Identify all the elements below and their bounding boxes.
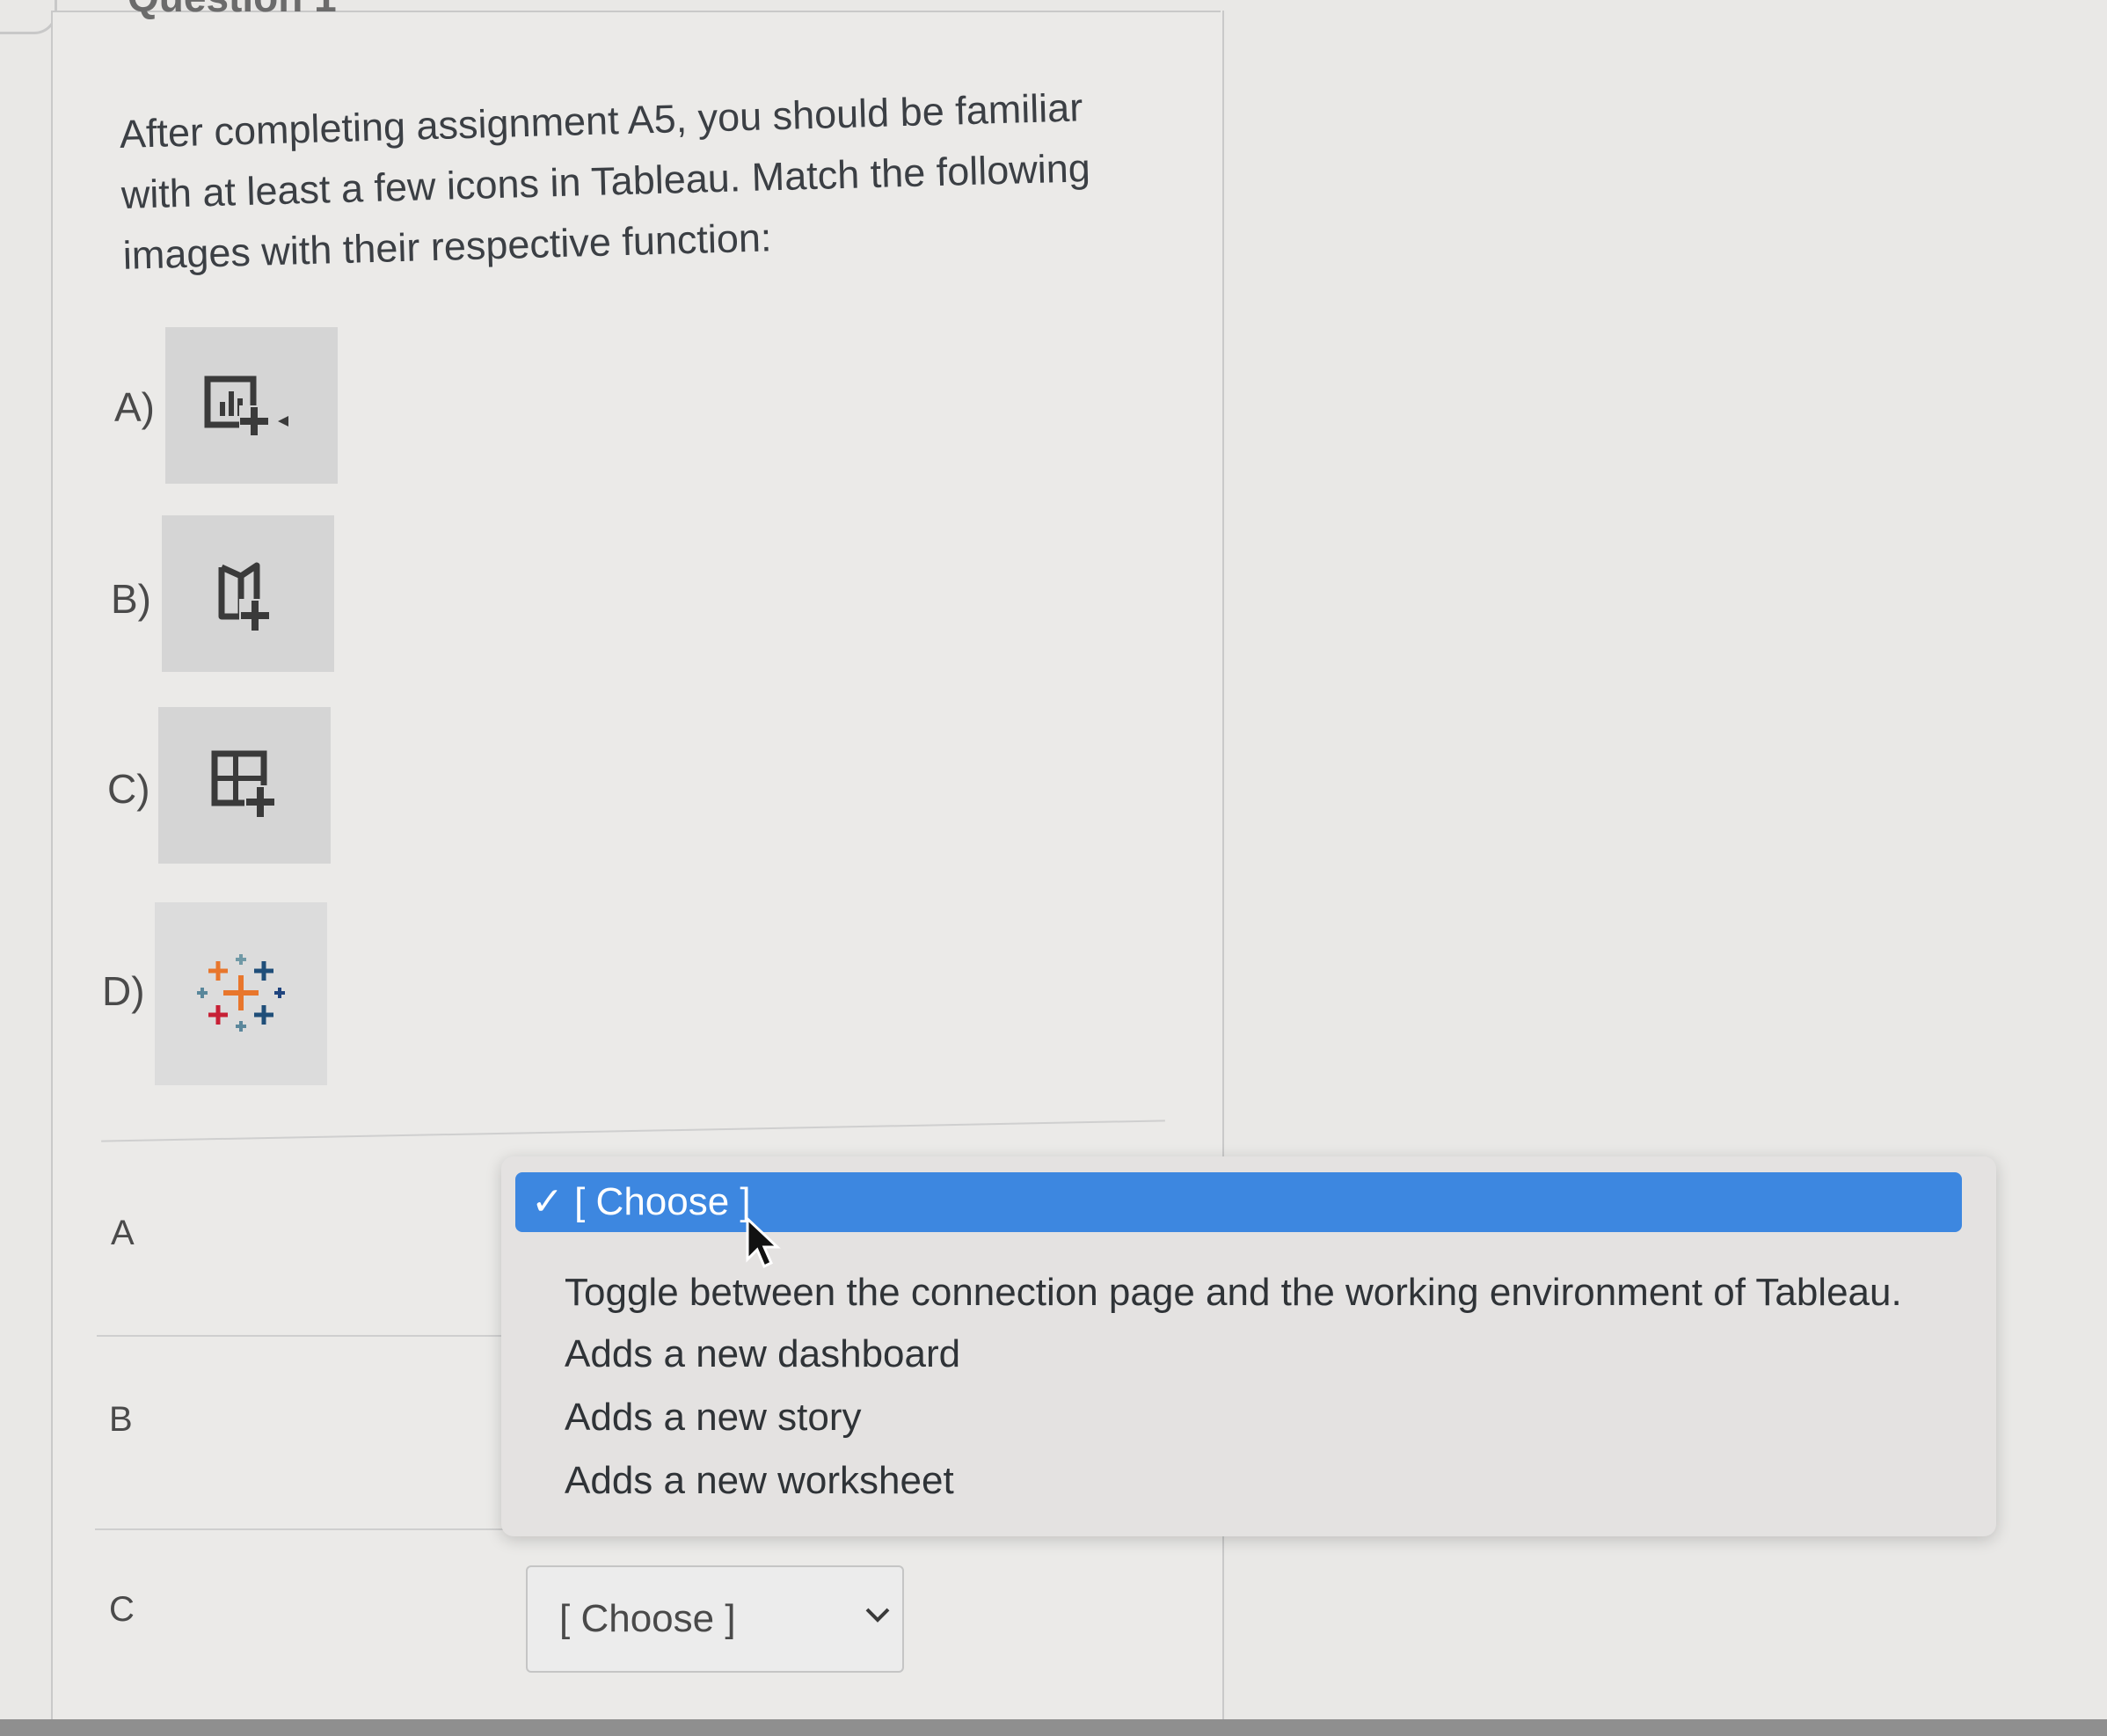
question-title: Question 1 (128, 0, 337, 21)
new-worksheet-icon (204, 376, 288, 435)
new-dashboard-icon (211, 750, 276, 817)
icon-tile-b (162, 515, 334, 672)
divider (97, 1335, 510, 1337)
match-label-a: A (111, 1214, 135, 1252)
mouse-cursor-icon (746, 1217, 781, 1269)
match-select-c[interactable]: [ Choose ] (526, 1565, 904, 1673)
dropdown-option-choose[interactable]: ✓ [ Choose ] (515, 1172, 1962, 1232)
icon-label-c: C) (107, 766, 150, 812)
icon-label-a: A) (114, 384, 155, 430)
tableau-logo-icon (197, 954, 285, 1032)
chevron-down-icon (865, 1608, 890, 1623)
icon-tile-a (165, 327, 338, 484)
dropdown-option-dashboard[interactable]: Adds a new dashboard (565, 1332, 960, 1376)
divider (95, 1528, 508, 1530)
bottom-bar (0, 1719, 2107, 1736)
bookmark-icon[interactable] (0, 0, 57, 34)
match-label-c: C (109, 1590, 135, 1629)
dropdown-option-story[interactable]: Adds a new story (565, 1396, 862, 1440)
icon-label-b: B) (111, 576, 151, 622)
question-prompt: After completing assignment A5, you shou… (119, 84, 1091, 278)
select-value: [ Choose ] (559, 1597, 736, 1640)
new-story-icon (218, 562, 271, 631)
match-dropdown-menu[interactable]: ✓ [ Choose ] Toggle between the connecti… (501, 1156, 1996, 1536)
dropdown-option-worksheet[interactable]: Adds a new worksheet (565, 1459, 954, 1503)
dropdown-option-toggle[interactable]: Toggle between the connection page and t… (565, 1271, 1902, 1315)
icon-tile-c (158, 707, 331, 864)
icon-tile-d (155, 902, 327, 1085)
icon-label-d: D) (102, 968, 145, 1014)
match-label-b: B (109, 1400, 133, 1439)
